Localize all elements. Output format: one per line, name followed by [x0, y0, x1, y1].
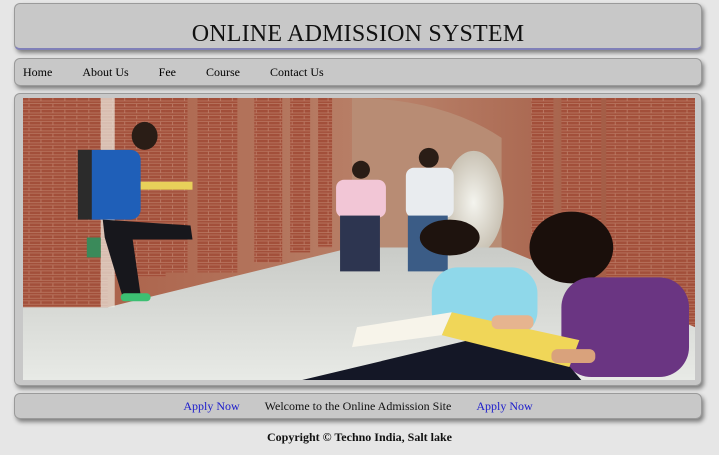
nav-item-contact-us[interactable]: Contact Us: [270, 65, 324, 80]
apply-now-link-right[interactable]: Apply Now: [476, 399, 532, 414]
header-panel: ONLINE ADMISSION SYSTEM: [14, 3, 702, 50]
nav-item-course[interactable]: Course: [206, 65, 240, 80]
nav-item-home[interactable]: Home: [23, 65, 52, 80]
nav-item-fee[interactable]: Fee: [159, 65, 176, 80]
nav-list: Home About Us Fee Course Contact Us: [15, 59, 701, 85]
nav-item-about-us[interactable]: About Us: [82, 65, 128, 80]
nav-bar: Home About Us Fee Course Contact Us: [14, 58, 702, 86]
site-title: ONLINE ADMISSION SYSTEM: [191, 21, 525, 47]
apply-now-link-left[interactable]: Apply Now: [183, 399, 239, 414]
footer-bar: Apply Now Welcome to the Online Admissio…: [14, 393, 702, 419]
banner-image: [23, 98, 695, 380]
copyright-text: Copyright © Techno India, Salt lake: [266, 430, 452, 444]
welcome-message: Welcome to the Online Admission Site: [264, 398, 452, 413]
banner-panel: [14, 93, 702, 386]
